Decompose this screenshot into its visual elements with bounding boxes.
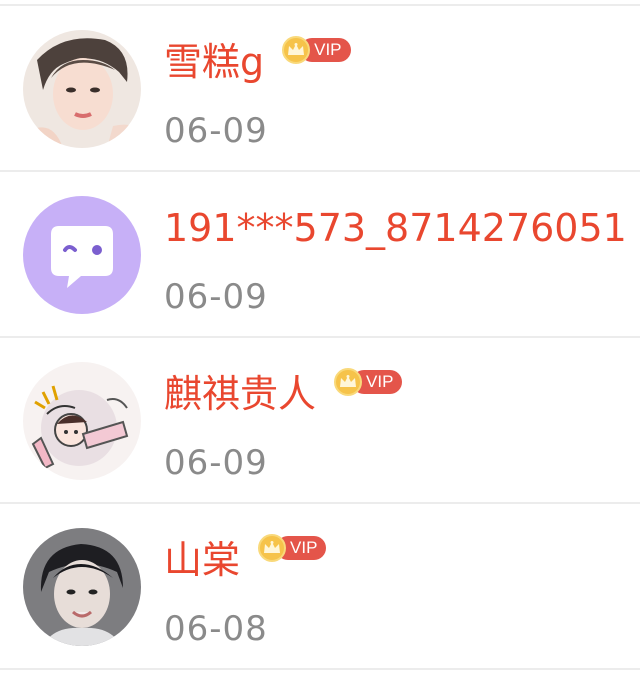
crown-icon — [258, 534, 287, 562]
avatar[interactable] — [23, 30, 141, 148]
crown-icon — [282, 36, 311, 64]
user-list: 雪糕g VIP 06-09 191***573_8714276051 06-09 — [0, 0, 640, 679]
list-item[interactable]: 191***573_8714276051 06-09 — [0, 172, 640, 338]
vip-badge: VIP — [334, 368, 403, 396]
vip-badge: VIP — [258, 534, 327, 562]
user-name[interactable]: 191***573_8714276051 — [164, 204, 627, 252]
name-row: 山棠 VIP — [164, 534, 327, 584]
anime-sketch-icon — [23, 362, 141, 480]
avatar[interactable] — [23, 528, 141, 646]
name-row: 麒祺贵人 VIP — [164, 368, 403, 418]
list-item[interactable]: 麒祺贵人 VIP 06-09 — [0, 338, 640, 504]
date: 06-09 — [164, 277, 268, 317]
name-row: 雪糕g VIP — [164, 36, 351, 86]
date: 06-08 — [164, 609, 268, 649]
avatar[interactable] — [23, 362, 141, 480]
chat-bubble-icon — [23, 196, 141, 314]
date: 06-09 — [164, 443, 268, 483]
vip-badge: VIP — [282, 36, 351, 64]
user-name[interactable]: 山棠 — [164, 536, 240, 584]
user-photo-icon — [23, 528, 141, 646]
user-name[interactable]: 雪糕g — [164, 38, 264, 86]
crown-icon — [334, 368, 363, 396]
list-item[interactable]: 山棠 VIP 06-08 — [0, 504, 640, 670]
user-name[interactable]: 麒祺贵人 — [164, 370, 316, 418]
user-photo-icon — [23, 30, 141, 148]
avatar[interactable] — [23, 196, 141, 314]
list-item[interactable]: 雪糕g VIP 06-09 — [0, 6, 640, 172]
date: 06-09 — [164, 111, 268, 151]
divider — [0, 668, 640, 670]
